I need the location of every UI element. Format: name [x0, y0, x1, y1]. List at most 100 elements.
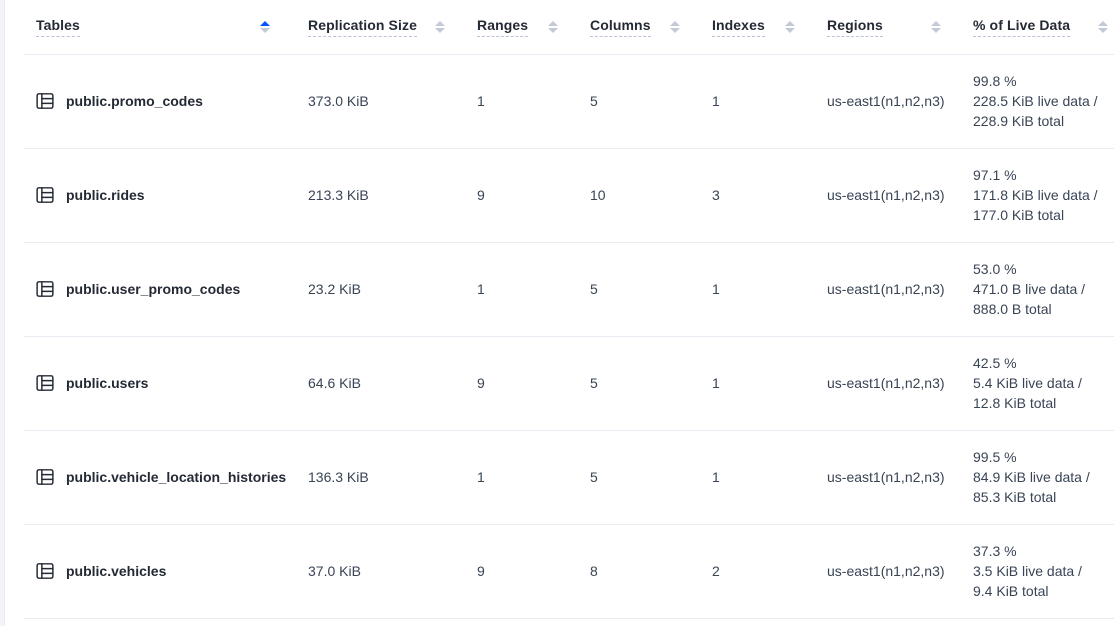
indexes-cell: 1	[700, 54, 815, 148]
table-row: public.users 64.6 KiB 9 5 1 us-east1(n1,…	[24, 336, 1114, 430]
columns-cell: 8	[578, 524, 700, 618]
live-data-cell: 42.5 % 5.4 KiB live data / 12.8 KiB tota…	[961, 336, 1114, 430]
column-header-indexes-label: Indexes	[712, 17, 765, 37]
ranges-cell: 9	[465, 524, 578, 618]
column-header-ranges-label: Ranges	[477, 17, 528, 37]
table-row: public.vehicles 37.0 KiB 9 8 2 us-east1(…	[24, 524, 1114, 618]
columns-cell: 10	[578, 148, 700, 242]
ranges-cell: 9	[465, 148, 578, 242]
replication-size-cell: 64.6 KiB	[296, 336, 465, 430]
column-header-ranges[interactable]: Ranges	[465, 0, 578, 54]
replication-size-cell: 23.2 KiB	[296, 242, 465, 336]
table-icon	[36, 280, 54, 298]
table-name-cell: public.vehicles	[24, 524, 296, 618]
indexes-cell: 2	[700, 524, 815, 618]
live-data-cell: 97.1 % 171.8 KiB live data / 177.0 KiB t…	[961, 148, 1114, 242]
live-data-cell: 99.8 % 228.5 KiB live data / 228.9 KiB t…	[961, 54, 1114, 148]
ranges-cell: 1	[465, 430, 578, 524]
table-name-link[interactable]: public.vehicle_location_histories	[66, 469, 286, 485]
ranges-cell: 1	[465, 242, 578, 336]
column-header-live-data[interactable]: % of Live Data	[961, 0, 1114, 54]
live-data-cell: 37.3 % 3.5 KiB live data / 9.4 KiB total	[961, 524, 1114, 618]
table-name-link[interactable]: public.vehicles	[66, 563, 166, 579]
indexes-cell: 1	[700, 242, 815, 336]
live-data-percent: 99.8 %	[973, 71, 1106, 91]
live-data-amount: 84.9 KiB live data /	[973, 467, 1106, 487]
indexes-cell: 1	[700, 430, 815, 524]
live-data-cell: 53.0 % 471.0 B live data / 888.0 B total	[961, 242, 1114, 336]
live-data-amount: 228.5 KiB live data /	[973, 91, 1106, 111]
table-row: public.user_promo_codes 23.2 KiB 1 5 1 u…	[24, 242, 1114, 336]
table-header-row: Tables Replication Size Ranges Columns	[24, 0, 1114, 54]
replication-size-cell: 213.3 KiB	[296, 148, 465, 242]
table-icon	[36, 562, 54, 580]
sort-caret-icon	[252, 21, 270, 33]
column-header-live-data-label: % of Live Data	[973, 17, 1070, 37]
sort-caret-icon	[662, 21, 680, 33]
live-data-percent: 42.5 %	[973, 353, 1106, 373]
regions-cell: us-east1(n1,n2,n3)	[815, 242, 961, 336]
table-icon	[36, 468, 54, 486]
column-header-tables[interactable]: Tables	[24, 0, 296, 54]
live-data-amount: 5.4 KiB live data /	[973, 373, 1106, 393]
total-data-amount: 9.4 KiB total	[973, 581, 1106, 601]
live-data-amount: 171.8 KiB live data /	[973, 185, 1106, 205]
total-data-amount: 228.9 KiB total	[973, 111, 1106, 131]
columns-cell: 5	[578, 430, 700, 524]
total-data-amount: 12.8 KiB total	[973, 393, 1106, 413]
table-name-link[interactable]: public.rides	[66, 187, 145, 203]
live-data-amount: 3.5 KiB live data /	[973, 561, 1106, 581]
column-header-tables-label: Tables	[36, 17, 80, 37]
table-name-cell: public.user_promo_codes	[24, 242, 296, 336]
table-row: public.vehicle_location_histories 136.3 …	[24, 430, 1114, 524]
column-header-regions[interactable]: Regions	[815, 0, 961, 54]
regions-cell: us-east1(n1,n2,n3)	[815, 148, 961, 242]
live-data-percent: 53.0 %	[973, 259, 1106, 279]
columns-cell: 5	[578, 242, 700, 336]
sort-caret-icon	[540, 21, 558, 33]
ranges-cell: 9	[465, 336, 578, 430]
table-name-link[interactable]: public.users	[66, 375, 148, 391]
replication-size-cell: 37.0 KiB	[296, 524, 465, 618]
columns-cell: 5	[578, 54, 700, 148]
regions-cell: us-east1(n1,n2,n3)	[815, 430, 961, 524]
regions-cell: us-east1(n1,n2,n3)	[815, 524, 961, 618]
replication-size-cell: 136.3 KiB	[296, 430, 465, 524]
live-data-amount: 471.0 B live data /	[973, 279, 1106, 299]
live-data-percent: 37.3 %	[973, 541, 1106, 561]
table-name-cell: public.promo_codes	[24, 54, 296, 148]
column-header-replication-size-label: Replication Size	[308, 17, 417, 37]
total-data-amount: 888.0 B total	[973, 299, 1106, 319]
sort-caret-icon	[923, 21, 941, 33]
live-data-percent: 99.5 %	[973, 447, 1106, 467]
columns-cell: 5	[578, 336, 700, 430]
regions-cell: us-east1(n1,n2,n3)	[815, 336, 961, 430]
indexes-cell: 1	[700, 336, 815, 430]
column-header-replication-size[interactable]: Replication Size	[296, 0, 465, 54]
indexes-cell: 3	[700, 148, 815, 242]
column-header-columns[interactable]: Columns	[578, 0, 700, 54]
live-data-percent: 97.1 %	[973, 165, 1106, 185]
column-header-columns-label: Columns	[590, 17, 651, 37]
table-row: public.promo_codes 373.0 KiB 1 5 1 us-ea…	[24, 54, 1114, 148]
table-icon	[36, 374, 54, 392]
table-name-link[interactable]: public.promo_codes	[66, 93, 203, 109]
table-row: public.rides 213.3 KiB 9 10 3 us-east1(n…	[24, 148, 1114, 242]
column-header-indexes[interactable]: Indexes	[700, 0, 815, 54]
total-data-amount: 85.3 KiB total	[973, 487, 1106, 507]
regions-cell: us-east1(n1,n2,n3)	[815, 54, 961, 148]
page-left-gutter	[0, 0, 5, 626]
tables-list: Tables Replication Size Ranges Columns	[24, 0, 1114, 619]
table-name-cell: public.vehicle_location_histories	[24, 430, 296, 524]
table-name-cell: public.rides	[24, 148, 296, 242]
table-icon	[36, 186, 54, 204]
sort-caret-icon	[427, 21, 445, 33]
table-name-link[interactable]: public.user_promo_codes	[66, 281, 240, 297]
live-data-cell: 99.5 % 84.9 KiB live data / 85.3 KiB tot…	[961, 430, 1114, 524]
tables-list-panel: Tables Replication Size Ranges Columns	[24, 0, 1114, 619]
table-icon	[36, 92, 54, 110]
total-data-amount: 177.0 KiB total	[973, 205, 1106, 225]
sort-caret-icon	[777, 21, 795, 33]
replication-size-cell: 373.0 KiB	[296, 54, 465, 148]
sort-caret-icon	[1090, 21, 1108, 33]
